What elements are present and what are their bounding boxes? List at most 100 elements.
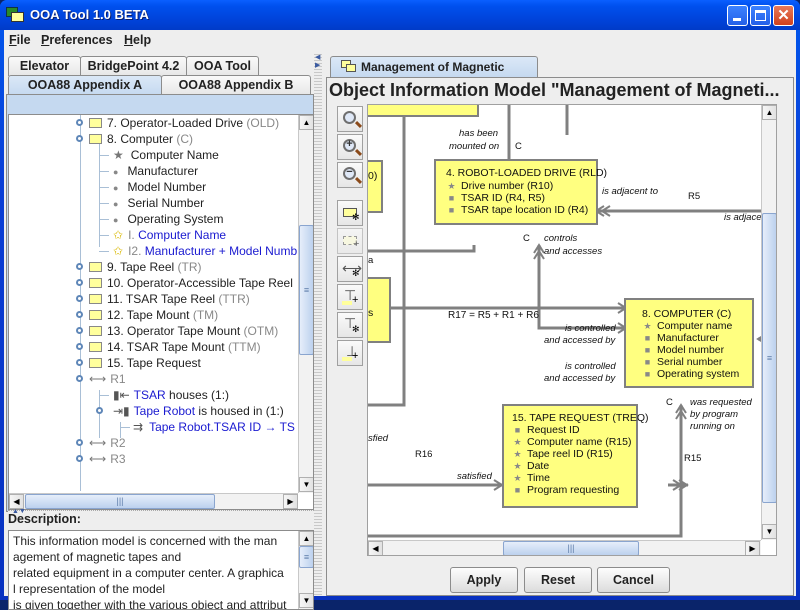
tree-item-identifier[interactable]: ✩ I. Computer Name (113, 227, 226, 243)
tree-expander[interactable] (76, 455, 83, 462)
scroll-up-button[interactable]: ▲ (299, 115, 313, 130)
tree-line (80, 115, 81, 491)
role-icon: ⇥▮ (113, 404, 130, 418)
object-attribute: ★ Computer name (R15) (512, 436, 636, 448)
object-box-partial[interactable] (368, 105, 479, 117)
cancel-button[interactable]: Cancel (597, 567, 670, 593)
zoom-out-button[interactable]: − (337, 162, 363, 188)
tree-item-attribute[interactable]: ● Model Number (113, 179, 206, 195)
maximize-button[interactable] (750, 5, 771, 26)
relationship-phrase: controls (544, 233, 578, 244)
tree-item-role[interactable]: ⇥▮ Tape Robot is housed in (1:) (113, 403, 284, 419)
tree-expander[interactable] (76, 119, 83, 126)
tree-item-role[interactable]: ▮⇤ TSAR houses (1:) (113, 387, 229, 403)
tree-item-relationship[interactable]: ⟷ R3 (89, 451, 126, 467)
new-object-dashed-button[interactable]: + (337, 228, 363, 254)
scroll-right-button[interactable]: ▶ (283, 494, 298, 509)
object-box-partial[interactable]: s (368, 277, 391, 343)
scroll-down-button[interactable]: ▼ (299, 593, 313, 608)
tab-management-of-magnetic-tapes[interactable]: Management of Magnetic Tapes (330, 56, 538, 94)
tree-vertical-scrollbar[interactable]: ▲ ≡ ▼ (298, 115, 313, 493)
scroll-thumb[interactable]: ≡ (299, 225, 313, 355)
tree-item-attribute[interactable]: ★ Computer Name (113, 147, 219, 163)
tree-item-attribute[interactable]: ● Manufacturer (113, 163, 198, 179)
tree-expander[interactable] (76, 135, 83, 142)
attribute-dot-icon: ■ (514, 425, 521, 435)
new-subtype-button[interactable]: ⊤ + (337, 284, 363, 310)
tree-expander[interactable] (96, 407, 103, 414)
scroll-thumb[interactable]: ||| (25, 494, 215, 509)
object-box-tape-request[interactable]: 15. TAPE REQUEST (TREQ) ■ Request ID ★ Com… (502, 404, 649, 508)
tree-expander[interactable] (76, 375, 83, 382)
close-button[interactable]: ✕ (773, 5, 794, 26)
new-relationship-button[interactable]: ⟷ ✻ (337, 256, 363, 282)
main-split-divider[interactable]: ◀ ▶ (314, 52, 322, 596)
canvas-vertical-scrollbar[interactable]: ▲ ≡ ▼ (761, 105, 776, 540)
tree-expander[interactable] (76, 295, 83, 302)
tree-item-object[interactable]: 14. TSAR Tape Mount (TTM) (89, 339, 261, 355)
tree-expander[interactable] (76, 359, 83, 366)
tree-item-object[interactable]: 13. Operator Tape Mount (OTM) (89, 323, 278, 339)
menu-preferences[interactable]: Preferences (41, 33, 113, 47)
new-associative-button[interactable]: ⊥ + (337, 340, 363, 366)
scroll-thumb[interactable]: ≡ (299, 546, 313, 568)
maximize-icon (755, 10, 766, 21)
tree-item-identifier[interactable]: ✩ I2. Manufacturer + Model Numb (113, 243, 297, 259)
zoom-reset-button[interactable] (337, 106, 363, 132)
tab-elevator[interactable]: Elevator (8, 56, 81, 76)
scroll-up-button[interactable]: ▲ (299, 531, 313, 546)
tree-expander[interactable] (76, 279, 83, 286)
menu-help[interactable]: Help (124, 33, 151, 47)
scroll-thumb[interactable]: ≡ (762, 213, 776, 503)
scroll-right-button[interactable]: ▶ (745, 541, 760, 555)
menu-file[interactable]: File (9, 33, 31, 47)
scroll-left-button[interactable]: ◀ (368, 541, 383, 555)
canvas-horizontal-scrollbar[interactable]: ◀ ||| ▶ (368, 540, 761, 555)
description-textarea[interactable]: This information model is concerned with… (8, 530, 314, 610)
description-text[interactable]: This information model is concerned with… (13, 533, 293, 609)
tree-item-object[interactable]: 10. Operator-Accessible Tape Reel (89, 275, 293, 291)
zoom-in-button[interactable]: + (337, 134, 363, 160)
reset-button[interactable]: Reset (524, 567, 592, 593)
tree-expander[interactable] (76, 343, 83, 350)
role-object-link[interactable]: TSAR (134, 388, 166, 402)
minimize-button[interactable] (727, 5, 748, 26)
apply-button[interactable]: Apply (450, 567, 518, 593)
description-scrollbar[interactable]: ▲ ≡ ▼ (298, 531, 313, 609)
tree-expander[interactable] (76, 263, 83, 270)
tree-horizontal-scrollbar[interactable]: ◀ ||| ▶ (9, 493, 298, 509)
role-object-link[interactable]: Tape Robot (134, 404, 195, 418)
tab-ooa88-appendix-a[interactable]: OOA88 Appendix A (8, 75, 162, 95)
tree-item-object[interactable]: 7. Operator-Loaded Drive (OLD) (89, 115, 279, 131)
tab-bridgepoint[interactable]: BridgePoint 4.2 (80, 56, 187, 76)
tab-ooa88-appendix-b[interactable]: OOA88 Appendix B (161, 75, 311, 95)
tree-item-relationship[interactable]: ⟷ R1 (89, 371, 126, 387)
new-object-button[interactable]: ✻ (337, 200, 363, 226)
tree-expander[interactable] (76, 327, 83, 334)
scroll-up-button[interactable]: ▲ (762, 105, 776, 120)
object-box-robot-loaded-drive[interactable]: 4. ROBOT-LOADED DRIVE (RLD) ★ Drive numbe… (434, 159, 607, 225)
tree-item-object[interactable]: 12. Tape Mount (TM) (89, 307, 218, 323)
tree-item-attribute[interactable]: ● Operating System (113, 211, 223, 227)
tree-expander[interactable] (76, 439, 83, 446)
tree-item-formalization[interactable]: ⇉ Tape Robot.TSAR ID → TS (133, 419, 295, 435)
scroll-thumb[interactable]: ||| (503, 541, 639, 555)
scroll-left-button[interactable]: ◀ (9, 494, 24, 509)
relationship-icon: ⟷ (89, 452, 107, 466)
tree-item-object[interactable]: 11. TSAR Tape Reel (TTR) (89, 291, 250, 307)
left-panel: Elevator BridgePoint 4.2 OOA Tool OOA88 … (4, 52, 316, 610)
object-box-computer[interactable]: 8. COMPUTER (C) ★ Computer name ■ Manufact… (624, 298, 754, 388)
scroll-down-button[interactable]: ▼ (762, 524, 776, 539)
tab-ooa-tool[interactable]: OOA Tool (186, 56, 259, 76)
tree-item-object[interactable]: 15. Tape Request (89, 355, 201, 371)
tree-item-attribute[interactable]: ● Serial Number (113, 195, 204, 211)
diagram-canvas[interactable]: 0) s 4. ROBOT-LOADED DRIVE (RLD) ★ Drive … (367, 104, 777, 556)
asterisk-glyph: ✻ (352, 268, 360, 278)
tree-expander[interactable] (76, 311, 83, 318)
scroll-down-button[interactable]: ▼ (299, 477, 313, 492)
new-supertype-button[interactable]: ⊤ ✻ (337, 312, 363, 338)
object-box-partial[interactable]: 0) (368, 160, 383, 213)
tree-item-object[interactable]: 9. Tape Reel (TR) (89, 259, 202, 275)
tree-item-relationship[interactable]: ⟷ R2 (89, 435, 126, 451)
tree-item-object[interactable]: 8. Computer (C) (89, 131, 193, 147)
